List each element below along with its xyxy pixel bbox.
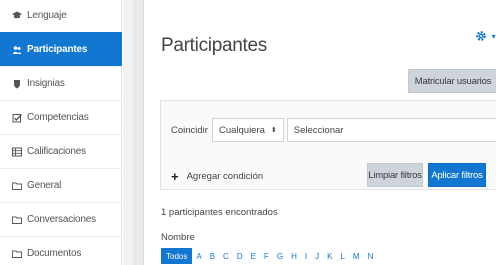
folder-icon (12, 249, 22, 259)
checkbox-icon (12, 113, 22, 123)
clear-filters-button[interactable]: Limpiar filtros (367, 163, 423, 187)
sidebar-item-calificaciones[interactable]: Calificaciones (0, 134, 122, 168)
initial-letter[interactable]: L (336, 248, 348, 264)
enrol-users-button[interactable]: Matricular usuarios (408, 69, 496, 93)
match-select[interactable]: Cualquiera ⬍ (211, 118, 284, 142)
page-title: Participantes (161, 35, 267, 56)
filter-type-select[interactable]: Seleccionar ⬍ (286, 118, 496, 142)
initial-letter[interactable]: K (323, 248, 336, 264)
graduation-cap-icon (12, 10, 22, 20)
sidebar-gutter (123, 0, 133, 265)
initial-letter[interactable]: H (287, 248, 301, 264)
initial-letter[interactable]: N (364, 248, 378, 264)
table-icon (12, 147, 22, 157)
plus-icon: + (171, 169, 179, 184)
sidebar-item-competencias[interactable]: Competencias (0, 100, 122, 134)
scrollbar-track[interactable] (133, 0, 144, 265)
participants-count: 1 participantes encontrados (161, 207, 278, 218)
initials-bar: Todos A B C D E F G H I J K L M N (161, 248, 377, 264)
match-label: Coincidir (171, 124, 208, 136)
folder-icon (12, 215, 22, 225)
sidebar-item-insignias[interactable]: Insignias (0, 66, 122, 100)
chevron-updown-icon: ⬍ (270, 127, 277, 134)
main-region: Participantes ▾ Matricular usuarios Coin… (145, 0, 496, 265)
folder-icon (12, 181, 22, 191)
initial-letter[interactable]: C (219, 248, 233, 264)
initial-letter[interactable]: E (247, 248, 260, 264)
sidebar-item-conversaciones[interactable]: Conversaciones (0, 202, 122, 236)
users-icon (12, 45, 22, 55)
sidebar-item-general[interactable]: General (0, 168, 122, 202)
initial-letter[interactable]: J (311, 248, 323, 264)
filter-row: Coincidir Cualquiera ⬍ Seleccionar ⬍ (161, 117, 496, 143)
apply-filters-button[interactable]: Aplicar filtros (428, 163, 486, 187)
initial-letter[interactable]: D (233, 248, 247, 264)
sidebar-item-documentos[interactable]: Documentos (0, 236, 122, 265)
initial-letter[interactable]: M (349, 248, 364, 264)
chevron-down-icon: ▾ (491, 32, 496, 41)
course-sidebar: Lenguaje Participantes Insignias Compete… (0, 0, 122, 265)
gear-icon (475, 30, 491, 45)
initial-letter[interactable]: A (192, 248, 205, 264)
name-filter-label: Nombre (161, 232, 195, 243)
sidebar-item-lenguaje[interactable]: Lenguaje (0, 0, 122, 32)
initial-letter[interactable]: I (301, 248, 311, 264)
initial-letter[interactable]: G (273, 248, 287, 264)
initial-letter[interactable]: F (260, 248, 273, 264)
add-condition-link[interactable]: + Agregar condición (171, 169, 263, 184)
settings-menu[interactable]: ▾ (475, 30, 496, 45)
shield-icon (12, 79, 22, 89)
sidebar-item-participantes[interactable]: Participantes (0, 32, 122, 66)
initial-all[interactable]: Todos (161, 248, 193, 264)
initial-letter[interactable]: B (206, 248, 219, 264)
